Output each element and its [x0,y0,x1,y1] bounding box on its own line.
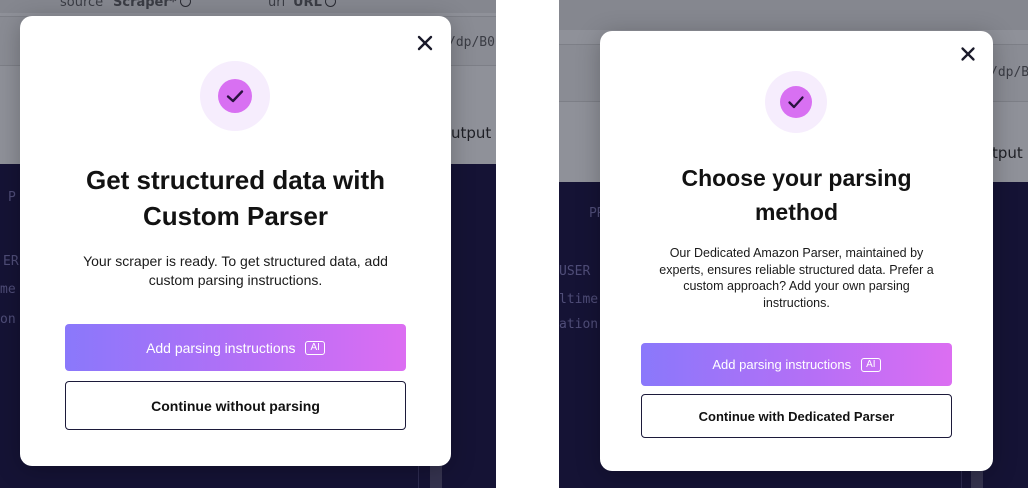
source-label: source [60,0,104,10]
close-icon[interactable] [957,43,979,65]
check-circle-icon [765,71,827,133]
parser-modal: Choose your parsing method Our Dedicated… [600,31,993,471]
info-icon [179,0,191,7]
modal-description: Your scraper is ready. To get structured… [40,252,431,290]
code-line: USER [559,264,591,279]
continue-without-parsing-button[interactable]: Continue without parsing [65,381,406,430]
check-circle-fill [218,79,252,113]
code-line: on [0,312,16,327]
ai-badge: AI [861,357,881,372]
output-heading-fragment: tput [992,144,1023,162]
description-line: Our Dedicated Amazon Parser, maintained … [669,246,924,260]
title-line: Get structured data with [85,165,386,195]
title-line: Choose your parsing [681,165,912,191]
modal-description: Our Dedicated Amazon Parser, maintained … [618,245,975,311]
button-label: Continue with Dedicated Parser [698,408,895,424]
screenshot-comparison: source Scraper* url URL /dp/B0 utput P E… [0,0,1028,488]
tab-fragment: P [8,190,16,205]
checkmark-icon [226,90,244,103]
background-source-row [559,0,1028,30]
url-fragment: /dp/B [990,65,1028,80]
output-heading-fragment: utput [451,124,492,142]
source-value: Scraper* [113,0,191,10]
modal-title: Choose your parsing method [600,161,993,229]
code-line: ltime [559,292,599,307]
button-label: Add parsing instructions [146,339,296,356]
add-parsing-instructions-button[interactable]: Add parsing instructions AI [641,343,952,386]
title-line: method [754,199,839,225]
ai-badge: AI [305,340,325,355]
url-label: url [268,0,286,10]
info-icon [324,0,336,7]
button-label: Add parsing instructions [712,357,852,372]
background-source-row: source Scraper* url URL [0,0,496,13]
continue-with-dedicated-parser-button[interactable]: Continue with Dedicated Parser [641,394,952,438]
right-panel: /dp/B tput PR USER ltime ation Choose yo… [559,0,1028,488]
url-fragment: /dp/B0 [448,35,495,50]
check-circle-fill [780,86,812,118]
add-parsing-instructions-button[interactable]: Add parsing instructions AI [65,324,406,371]
url-value: URL [293,0,336,10]
code-line: ation [559,317,599,332]
description-line: instructions. [763,295,830,310]
description-line: custom approach? Add your own parsing [683,279,910,293]
description-line: experts, ensures reliable structured dat… [659,262,934,277]
checkmark-icon [788,96,804,109]
code-line: ER [3,254,19,269]
title-line: Custom Parser [143,201,328,231]
code-line: me [0,282,16,297]
left-panel: source Scraper* url URL /dp/B0 utput P E… [0,0,496,488]
close-icon[interactable] [414,32,436,54]
description-line: Your scraper is ready. To get structured… [83,253,388,269]
modal-title: Get structured data with Custom Parser [20,162,451,234]
check-circle-icon [200,61,270,131]
parser-modal: Get structured data with Custom Parser Y… [20,16,451,466]
description-line: custom parsing instructions. [148,272,323,288]
button-label: Continue without parsing [151,397,320,414]
